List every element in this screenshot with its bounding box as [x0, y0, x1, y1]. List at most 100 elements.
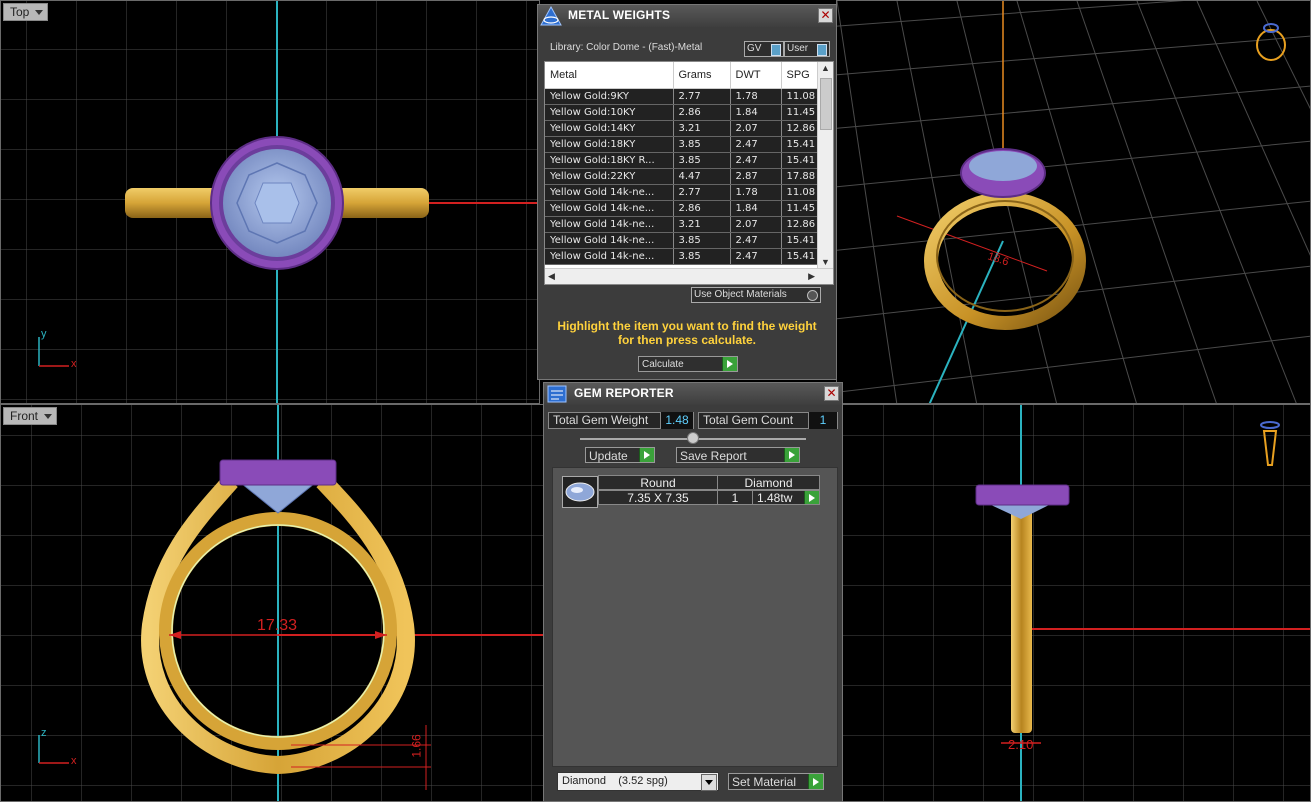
total-gem-count-value: 1 — [808, 412, 837, 429]
gem-material: Diamond — [717, 475, 820, 490]
table-cell: 2.87 — [730, 168, 782, 185]
axis-label-x: x — [71, 755, 77, 767]
table-cell: 2.07 — [730, 216, 782, 233]
table-row[interactable]: Yellow Gold 14k-ne... 2.77 1.78 11.08 — [545, 184, 818, 201]
gv-toggle[interactable]: GV — [744, 41, 784, 57]
viewport-front[interactable]: Front 17.33 1.66 z x — [0, 404, 545, 802]
use-object-materials-toggle[interactable]: Use Object Materials — [691, 287, 821, 303]
table-cell: 1.78 — [730, 88, 782, 105]
table-cell: 3.85 — [673, 136, 731, 153]
update-label: Update — [589, 449, 628, 463]
gem-size: 7.35 X 7.35 — [598, 490, 718, 505]
ring-orient-icon — [1256, 23, 1286, 61]
table-row[interactable]: Yellow Gold:18KY R... 3.85 2.47 15.41 — [545, 152, 818, 169]
scroll-up-icon[interactable]: ▲ — [821, 63, 830, 73]
calculate-label: Calculate — [642, 359, 684, 370]
table-row[interactable]: Yellow Gold 14k-ne... 3.85 2.47 15.41 — [545, 232, 818, 249]
user-toggle[interactable]: User — [784, 41, 830, 57]
instruction-line-1: Highlight the item you want to find the … — [557, 319, 817, 333]
table-cell: 4.47 — [673, 168, 731, 185]
library-label: Library: Color Dome - (Fast)-Metal — [550, 42, 703, 53]
chevron-down-icon[interactable] — [701, 774, 717, 791]
table-row[interactable]: Yellow Gold:10KY 2.86 1.84 11.45 — [545, 104, 818, 121]
table-cell: Yellow Gold 14k-ne... — [545, 232, 674, 249]
scroll-left-icon[interactable]: ◀ — [548, 271, 555, 282]
metal-table[interactable]: Metal Grams DWT SPG Yellow Gold:9KY 2.77 1… — [544, 61, 834, 285]
metal-weights-logo-icon — [540, 6, 562, 26]
table-cell: 1.84 — [730, 104, 782, 121]
set-material-button[interactable]: Set Material — [728, 773, 824, 790]
horizontal-scrollbar[interactable]: ◀ ▶ — [545, 268, 833, 284]
radio-icon — [807, 290, 818, 301]
scrollbar-thumb[interactable] — [820, 78, 832, 130]
chevron-down-icon — [35, 9, 44, 15]
front-dimension-diameter: 17.33 — [257, 617, 298, 634]
scroll-down-icon[interactable]: ▼ — [821, 257, 830, 267]
play-icon[interactable] — [804, 491, 819, 504]
play-icon — [639, 448, 654, 462]
column-header[interactable]: SPG — [781, 62, 818, 89]
set-material-label: Set Material — [732, 775, 797, 789]
table-cell: 1.84 — [730, 200, 782, 217]
bezel-side — [975, 484, 1070, 506]
slider-handle[interactable] — [687, 432, 699, 444]
table-cell: 3.85 — [673, 232, 731, 249]
table-row[interactable]: Yellow Gold 14k-ne... 3.21 2.07 12.86 — [545, 216, 818, 233]
close-icon[interactable]: ✕ — [818, 8, 833, 23]
close-icon[interactable]: ✕ — [824, 386, 839, 401]
round-gem-icon — [565, 482, 595, 502]
gem-shape: Round — [598, 475, 718, 490]
gem-reporter-title: GEM REPORTER — [574, 386, 674, 400]
gem-reporter-panel: GEM REPORTER ✕ Total Gem Weight 1.48 Tot… — [543, 382, 843, 802]
table-cell: 15.41 — [781, 232, 818, 249]
table-header-row: Metal Grams DWT SPG — [545, 62, 818, 89]
table-cell: Yellow Gold:22KY — [545, 168, 674, 185]
viewport-right[interactable]: 2.10 — [842, 404, 1311, 802]
table-cell: 15.41 — [781, 248, 818, 265]
gem-reporter-logo-icon — [547, 385, 567, 403]
save-report-button[interactable]: Save Report — [676, 447, 800, 463]
table-cell: Yellow Gold 14k-ne... — [545, 216, 674, 233]
column-header[interactable]: Grams — [673, 62, 731, 89]
vertical-scrollbar[interactable]: ▲ ▼ — [817, 62, 833, 268]
play-icon — [784, 448, 799, 462]
user-toggle-label: User — [787, 43, 809, 54]
viewport-top[interactable]: Top y x — [0, 0, 540, 404]
metal-weights-title: METAL WEIGHTS — [568, 8, 671, 22]
table-cell: 11.45 — [781, 200, 818, 217]
table-row[interactable]: Yellow Gold:18KY 3.85 2.47 15.41 — [545, 136, 818, 153]
table-cell: 12.86 — [781, 216, 818, 233]
axis-label-z: z — [41, 727, 47, 739]
viewport-label-front[interactable]: Front — [3, 407, 58, 425]
table-cell: Yellow Gold:14KY — [545, 120, 674, 137]
table-row[interactable]: Yellow Gold:9KY 2.77 1.78 11.08 — [545, 88, 818, 105]
use-object-materials-label: Use Object Materials — [694, 289, 787, 300]
gem-count: 1 — [717, 490, 753, 505]
top-view-canvas — [1, 1, 539, 403]
table-cell: 2.77 — [673, 184, 731, 201]
table-cell: Yellow Gold:18KY — [545, 136, 674, 153]
update-button[interactable]: Update — [585, 447, 655, 463]
viewport-perspective[interactable]: 18.6 — [836, 0, 1311, 404]
table-cell: 15.41 — [781, 136, 818, 153]
metal-weights-titlebar[interactable]: METAL WEIGHTS ✕ — [538, 5, 836, 27]
table-row[interactable]: Yellow Gold 14k-ne... 2.86 1.84 11.45 — [545, 200, 818, 217]
viewport-label-top[interactable]: Top — [3, 3, 49, 21]
table-cell: Yellow Gold:18KY R... — [545, 152, 674, 169]
table-cell: 3.21 — [673, 120, 731, 137]
column-header[interactable]: DWT — [730, 62, 782, 89]
front-dimension-thickness: 1.66 — [409, 734, 424, 758]
table-cell: Yellow Gold:10KY — [545, 104, 674, 121]
gem-thumbnail-icon[interactable] — [562, 476, 598, 508]
table-row[interactable]: Yellow Gold:14KY 3.21 2.07 12.86 — [545, 120, 818, 137]
material-select[interactable]: Diamond (3.52 spg) — [557, 772, 719, 791]
table-row[interactable]: Yellow Gold:22KY 4.47 2.87 17.88 — [545, 168, 818, 185]
calculate-button[interactable]: Calculate — [638, 356, 738, 372]
table-row[interactable]: Yellow Gold 14k-ne... 3.85 2.47 15.41 — [545, 248, 818, 265]
gem-reporter-titlebar[interactable]: GEM REPORTER ✕ — [544, 383, 842, 405]
toggle-switch-icon — [771, 44, 781, 56]
side-dimension: 2.10 — [1008, 737, 1033, 752]
table-cell: 11.45 — [781, 104, 818, 121]
scroll-right-icon[interactable]: ▶ — [808, 271, 815, 282]
column-header[interactable]: Metal — [545, 62, 674, 89]
